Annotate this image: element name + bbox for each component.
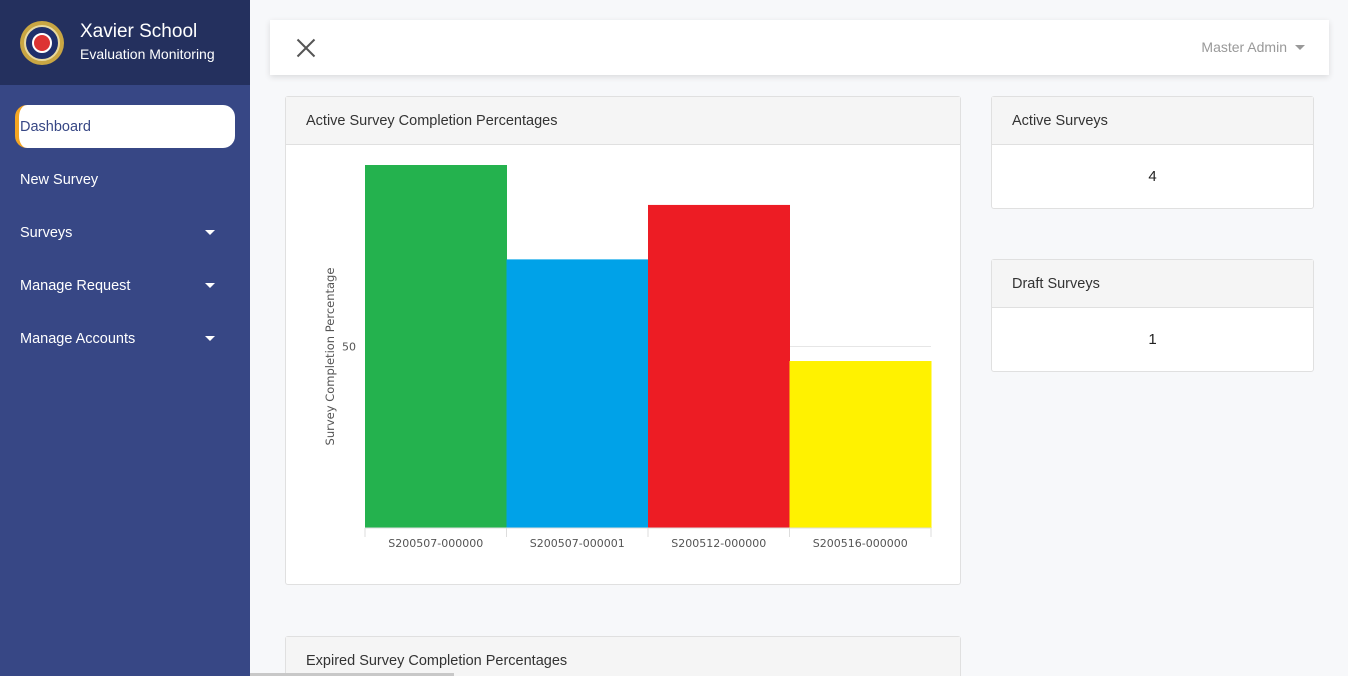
bar xyxy=(365,165,507,528)
user-menu-dropdown[interactable]: Master Admin xyxy=(1201,39,1305,55)
caret-down-icon xyxy=(1295,44,1305,50)
card-title: Active Survey Completion Percentages xyxy=(286,97,960,145)
sidebar-item-label: Surveys xyxy=(20,224,73,241)
user-name: Master Admin xyxy=(1201,39,1287,55)
sidebar-item-surveys[interactable]: Surveys xyxy=(15,211,235,254)
brand-subtitle: Evaluation Monitoring xyxy=(80,46,215,62)
sidebar-item-label: Manage Request xyxy=(20,277,131,294)
brand-header: Xavier School Evaluation Monitoring xyxy=(0,0,250,85)
sidebar-item-new-survey[interactable]: New Survey xyxy=(15,158,235,201)
close-icon[interactable] xyxy=(296,38,316,58)
completion-chart: 50 S200507-000000 S200507-000001 S200512-00… xyxy=(323,165,932,550)
sidebar-item-label: Manage Accounts xyxy=(20,330,136,347)
x-tick-label: S200507-000001 xyxy=(530,537,625,550)
sidebar-item-manage-accounts[interactable]: Manage Accounts xyxy=(15,317,235,360)
bar xyxy=(789,361,932,528)
top-bar: Master Admin xyxy=(270,20,1329,75)
x-tick-label: S200516-000000 xyxy=(813,537,908,550)
y-tick-label: 50 xyxy=(342,341,356,354)
card-title: Draft Surveys xyxy=(992,260,1313,308)
sidebar-nav: Dashboard New Survey Surveys Manage Requ… xyxy=(0,85,250,360)
x-tick-label: S200512-000000 xyxy=(671,537,766,550)
y-axis-label: Survey Completion Percentage xyxy=(323,268,337,446)
card-title: Expired Survey Completion Percentages xyxy=(286,637,960,676)
chevron-down-icon xyxy=(205,283,215,288)
card-title: Active Surveys xyxy=(992,97,1313,145)
x-tick-label: S200507-000000 xyxy=(388,537,483,550)
sidebar-item-label: New Survey xyxy=(20,171,99,188)
sidebar-item-label: Dashboard xyxy=(20,118,91,135)
draft-surveys-card: Draft Surveys 1 xyxy=(991,259,1314,372)
brand-title: Xavier School xyxy=(80,21,198,42)
bar xyxy=(506,259,649,528)
draft-surveys-count: 1 xyxy=(1148,331,1157,348)
active-completion-card: Active Survey Completion Percentages 50 S… xyxy=(285,96,961,585)
sidebar: Xavier School Evaluation Monitoring Dash… xyxy=(0,0,250,676)
chevron-down-icon xyxy=(205,230,215,235)
active-surveys-count: 4 xyxy=(1148,168,1157,185)
sidebar-item-manage-request[interactable]: Manage Request xyxy=(15,264,235,307)
bar xyxy=(648,204,790,528)
active-surveys-card: Active Surveys 4 xyxy=(991,96,1314,209)
sidebar-item-dashboard[interactable]: Dashboard xyxy=(15,105,235,148)
school-seal-icon xyxy=(20,20,64,65)
chevron-down-icon xyxy=(205,336,215,341)
expired-completion-card: Expired Survey Completion Percentages xyxy=(285,636,961,676)
